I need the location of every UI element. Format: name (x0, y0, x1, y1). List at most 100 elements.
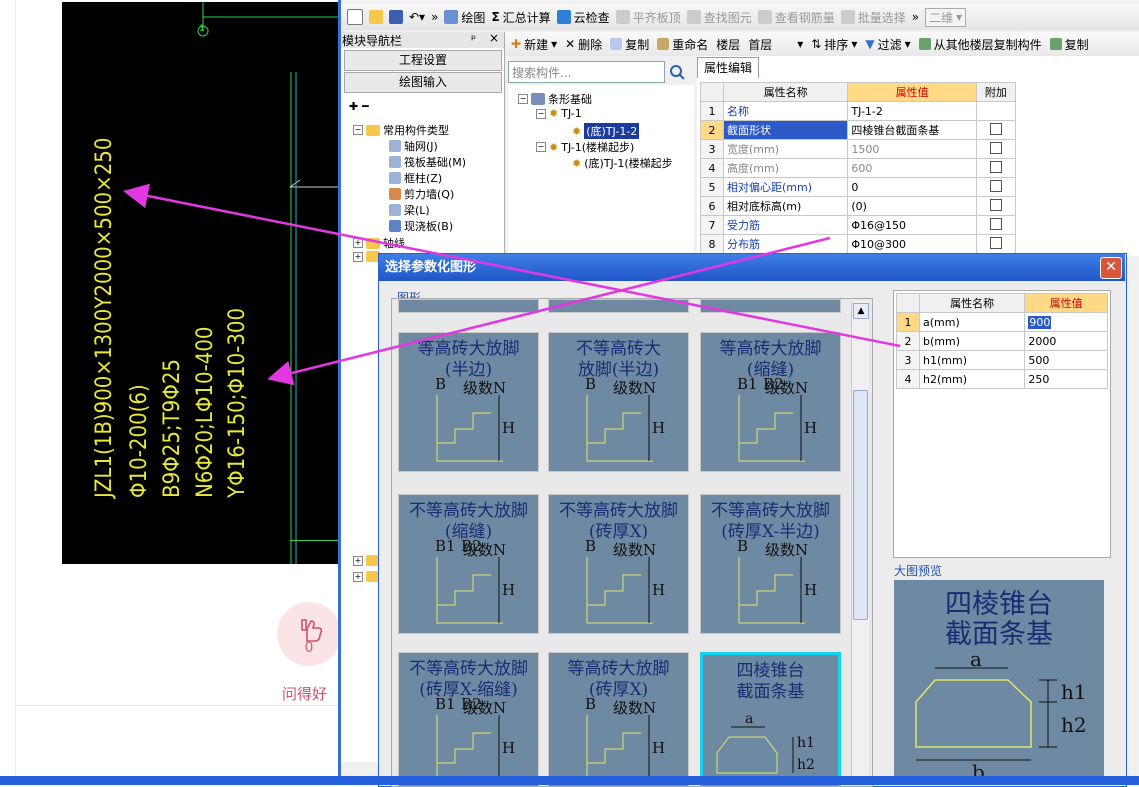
delete-button[interactable]: ✕ 删除 (565, 36, 602, 53)
table-row[interactable]: 6 相对底标高(m) (0) (700, 196, 1017, 216)
shape-tile-partial[interactable] (700, 299, 841, 313)
collapse-icon[interactable]: − (536, 108, 546, 119)
prop-value[interactable]: 0 (847, 177, 977, 197)
table-row[interactable]: 1 a(mm) 900 (896, 312, 1108, 332)
param-value[interactable]: 500 (1024, 350, 1108, 370)
extra-checkbox[interactable] (989, 236, 1002, 249)
pin-icon[interactable]: ᵖ (471, 32, 476, 46)
prop-value[interactable]: (0) (847, 196, 977, 216)
shape-tile-partial[interactable] (548, 299, 689, 313)
param-value[interactable]: 2000 (1024, 331, 1108, 351)
rename-button[interactable]: 重命名 (657, 36, 708, 53)
new-component-button[interactable]: ✚ 新建 ▾ (511, 36, 557, 53)
shape-tile-partial[interactable] (398, 299, 539, 313)
draw-input-button[interactable]: 绘图输入 (344, 72, 502, 93)
tree-item-shearwall[interactable]: 剪力墙(Q) (389, 186, 454, 202)
shape-tile[interactable]: 不等高砖大放脚 (砖厚X-半边) B 级数N H (700, 494, 841, 634)
tree-tj1-2[interactable]: ✹ (底)TJ-1-2 (572, 123, 640, 139)
open-folder-icon[interactable] (369, 10, 383, 24)
copy-more-button[interactable]: 复制 (1049, 36, 1089, 53)
find-element-button[interactable]: 查找图元 (686, 9, 752, 26)
shape-tile[interactable]: 不等高砖大放脚 (缩缝) B1 B2 级数N H (398, 494, 539, 634)
prop-value[interactable]: 四棱锥台截面条基 (847, 120, 977, 140)
tree-item-beam[interactable]: 梁(L) (389, 202, 430, 218)
tree-tj1[interactable]: − ✹ TJ-1 (536, 107, 582, 120)
tree-item-grid[interactable]: 轴网(J) (389, 138, 438, 154)
shape-tile[interactable]: 等高砖大放脚 (砖厚X) B 级数N H (548, 652, 689, 786)
filter-button[interactable]: ▼ 过滤 ▾ (865, 36, 910, 53)
param-value[interactable]: 900 (1024, 312, 1108, 332)
good-question-label[interactable]: 问得好 (282, 683, 327, 704)
param-value[interactable]: 250 (1024, 369, 1108, 389)
table-row[interactable]: 4 h2(mm) 250 (896, 369, 1108, 389)
new-file-icon[interactable] (347, 9, 363, 25)
tree-common-types[interactable]: − 常用构件类型 (353, 122, 449, 138)
extra-checkbox[interactable] (989, 160, 1002, 173)
flat-top-button[interactable]: 平齐板顶 (615, 9, 681, 26)
component-search-input[interactable]: 搜索构件... (508, 61, 665, 83)
table-row[interactable]: 4 高度(mm) 600 (700, 158, 1017, 178)
like-button[interactable] (277, 602, 341, 666)
tree-axis[interactable]: + 轴线 (353, 235, 405, 251)
gallery-scroll-thumb[interactable] (853, 390, 868, 620)
tab-property-edit[interactable]: 属性编辑 (697, 57, 759, 78)
copy-from-floor-button[interactable]: 从其他楼层复制构件 (918, 36, 1042, 53)
cloud-check-button[interactable]: 云检查 (556, 9, 610, 26)
tree-strip-foundation[interactable]: − 条形基础 (518, 91, 592, 107)
extra-checkbox[interactable] (989, 217, 1002, 230)
draw-button[interactable]: 绘图 (444, 9, 485, 26)
expand-icon[interactable]: + (353, 251, 363, 262)
table-row[interactable]: 2 截面形状 四棱锥台截面条基 (700, 120, 1017, 140)
sort-button[interactable]: ⇅ 排序 ▾ (811, 36, 857, 53)
shape-tile[interactable]: 等高砖大放脚 (缩缝) B1 B2 级数N H (700, 332, 841, 472)
prop-value[interactable]: Φ16@150 (847, 215, 977, 235)
copy-button[interactable]: 复制 (610, 36, 649, 53)
toolbar-overflow-icon[interactable]: » (431, 10, 438, 24)
collapse-icon[interactable]: − (518, 94, 528, 104)
table-row[interactable]: 8 分布筋 Φ10@300 (700, 234, 1017, 254)
shape-tile[interactable]: 不等高砖大放脚 (砖厚X-缩缝) B1 B2 级数N H (398, 652, 539, 786)
toolbar-overflow-icon[interactable]: » (912, 10, 919, 24)
table-row[interactable]: 3 h1(mm) 500 (896, 350, 1108, 370)
tree-folder[interactable]: + (353, 571, 380, 582)
scroll-up-icon[interactable]: ▲ (853, 303, 869, 319)
collapse-icon[interactable]: − (536, 142, 546, 152)
tree-item-raft[interactable]: 筏板基础(M) (389, 154, 466, 170)
table-row[interactable]: 1 名称 TJ-1-2 (700, 101, 1017, 121)
search-button[interactable] (666, 61, 688, 83)
tree-tj1-stair-child[interactable]: ✹ (底)TJ-1(楼梯起步 (572, 155, 673, 171)
undo-button[interactable]: ↶▾ (409, 10, 425, 24)
sum-calc-button[interactable]: Σ 汇总计算 (491, 9, 550, 26)
table-row[interactable]: 3 宽度(mm) 1500 (700, 139, 1017, 159)
expand-icon[interactable]: + (353, 238, 363, 248)
expand-icon[interactable]: + (353, 571, 363, 582)
tree-item-column[interactable]: 框柱(Z) (389, 170, 442, 186)
project-settings-button[interactable]: 工程设置 (344, 50, 502, 71)
collapse-icon[interactable]: − (353, 125, 363, 135)
prop-value[interactable]: 600 (847, 158, 977, 178)
batch-select-button[interactable]: 批量选择 (840, 9, 906, 26)
extra-checkbox[interactable] (989, 122, 1002, 135)
tree-folder[interactable]: + (353, 251, 380, 262)
table-row[interactable]: 2 b(mm) 2000 (896, 331, 1108, 351)
save-icon[interactable] (389, 10, 403, 24)
expand-collapse-icons[interactable]: ✚ ━ (349, 100, 369, 113)
table-row[interactable]: 5 相对偏心距(mm) 0 (700, 177, 1017, 197)
tree-tj1-stair[interactable]: − ✹ TJ-1(楼梯起步) (536, 139, 634, 155)
dialog-close-button[interactable]: ✕ (1100, 257, 1122, 279)
extra-checkbox[interactable] (989, 198, 1002, 211)
extra-checkbox[interactable] (989, 179, 1002, 192)
view-mode-select[interactable]: 二维 ▾ (925, 7, 967, 27)
tree-item-slab[interactable]: 现浇板(B) (389, 218, 453, 234)
shape-tile[interactable]: 不等高砖大 放脚(半边) B 级数N H (548, 332, 689, 472)
extra-checkbox[interactable] (989, 141, 1002, 154)
prop-value[interactable]: 1500 (847, 139, 977, 159)
prop-value[interactable]: TJ-1-2 (847, 101, 977, 121)
tree-folder[interactable]: + (353, 555, 380, 566)
floor-select[interactable]: 首层 ▾ (748, 36, 803, 53)
expand-icon[interactable]: + (353, 555, 363, 566)
shape-tile[interactable]: 不等高砖大放脚 (砖厚X) B 级数N H (548, 494, 689, 634)
view-rebar-button[interactable]: 查看钢筋量 (757, 9, 835, 26)
shape-tile[interactable]: 四棱锥台 截面条基 a h1 h2 (700, 652, 841, 786)
prop-value[interactable]: Φ10@300 (847, 234, 977, 254)
